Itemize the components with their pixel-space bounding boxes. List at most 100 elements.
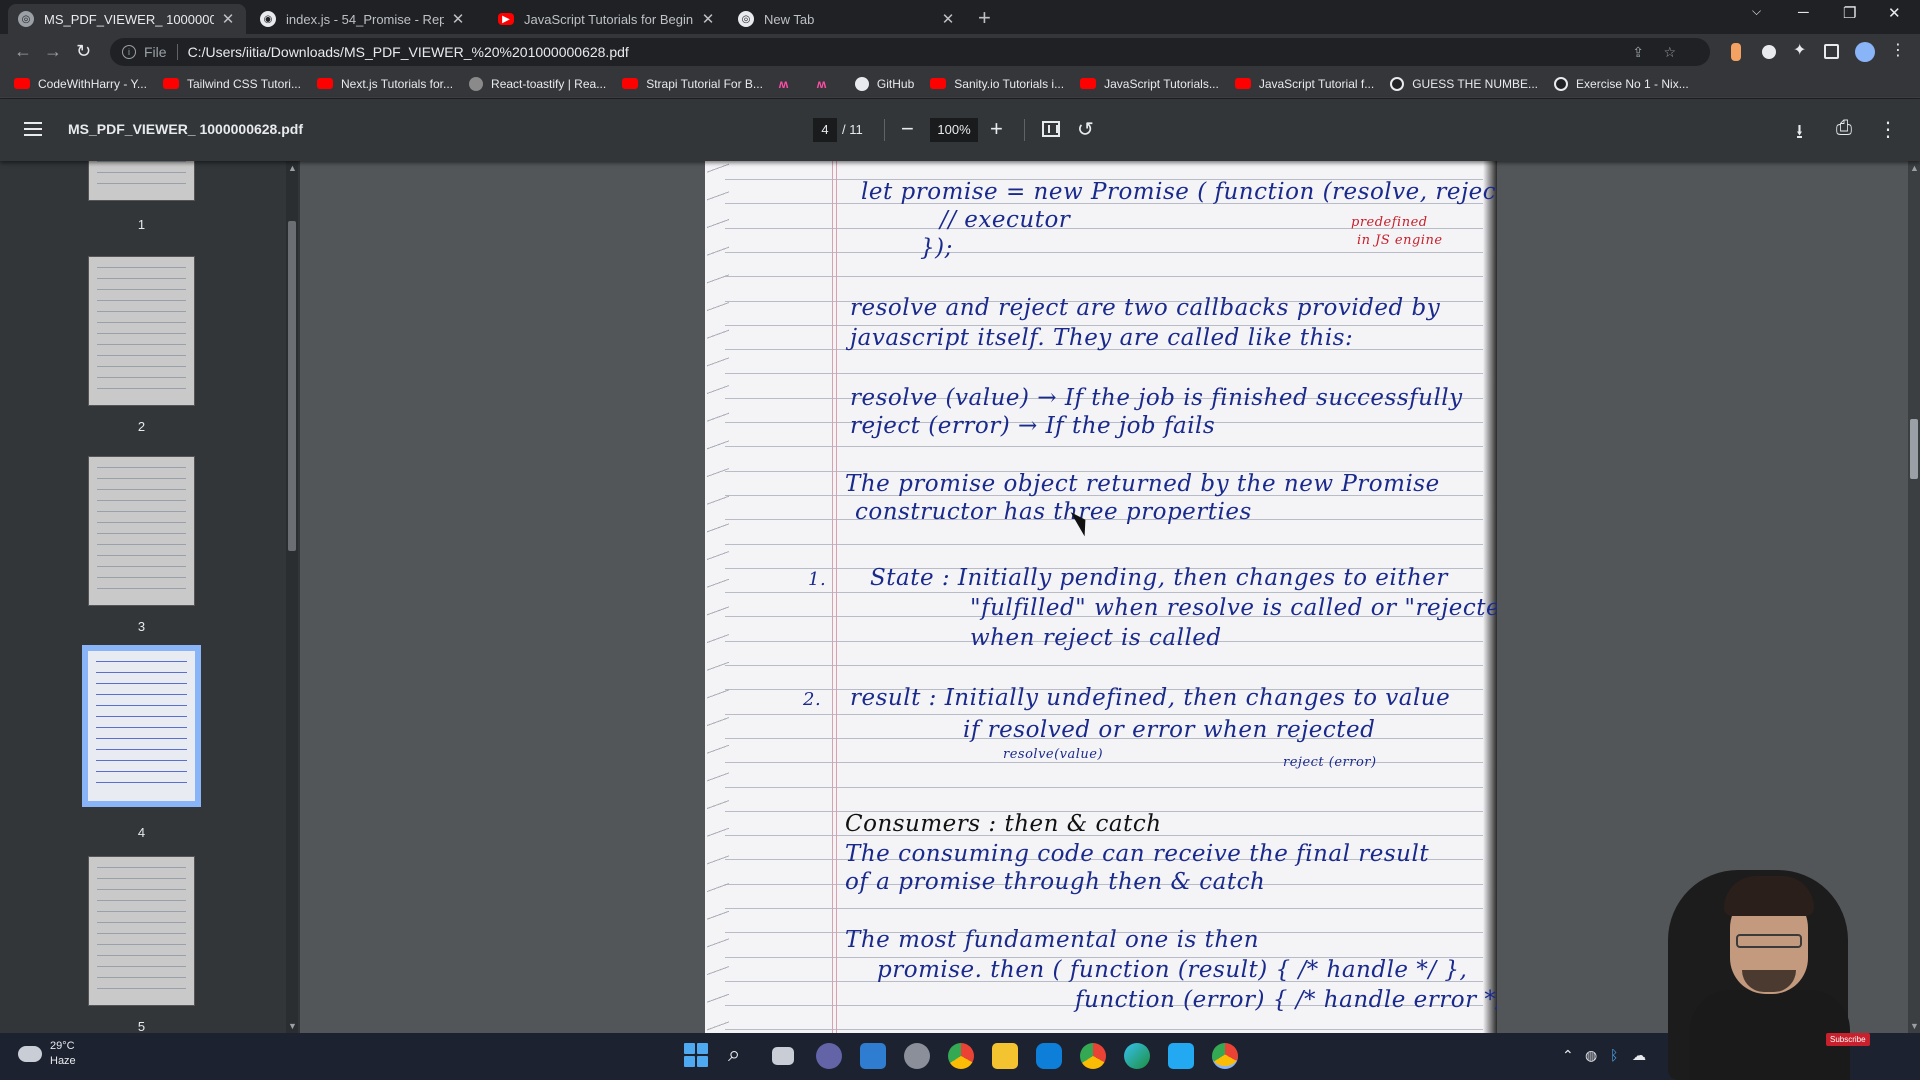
teams-chat-icon[interactable] xyxy=(816,1043,842,1069)
tab-replit[interactable]: ◉ index.js - 54_Promise - Replit ✕ xyxy=(250,4,476,34)
bookmark-item[interactable]: GUESS THE NUMBE... xyxy=(1390,76,1538,91)
address-bar[interactable]: i File C:/Users/iitia/Downloads/MS_PDF_V… xyxy=(110,38,1710,66)
close-tab-icon[interactable]: ✕ xyxy=(940,10,956,28)
tab-new-tab[interactable]: ◎ New Tab ✕ xyxy=(728,4,966,34)
vscode-icon[interactable] xyxy=(1168,1043,1194,1069)
youtube-icon xyxy=(1234,78,1251,89)
close-tab-icon[interactable]: ✕ xyxy=(700,10,716,28)
thumbnail-text-line xyxy=(97,955,186,956)
ruled-line xyxy=(725,373,1483,374)
bookmark-item[interactable]: JavaScript Tutorial f... xyxy=(1234,77,1374,91)
zoom-level-input[interactable]: 100% xyxy=(930,118,978,142)
extension-icon[interactable] xyxy=(1731,43,1741,61)
share-icon[interactable]: ⇪ xyxy=(1632,44,1644,61)
rotate-button[interactable]: ↺ xyxy=(1077,117,1094,142)
bookmark-star-icon[interactable]: ☆ xyxy=(1663,44,1676,61)
edge-icon[interactable] xyxy=(1124,1043,1150,1069)
skype-icon[interactable] xyxy=(1036,1043,1062,1069)
reload-button[interactable]: ↻ xyxy=(76,41,91,62)
info-icon[interactable]: i xyxy=(122,45,136,59)
document-scrollbar[interactable]: ▲ ▼ xyxy=(1908,161,1920,1033)
note-line: of a promise through then & catch xyxy=(845,869,1266,895)
tray-overflow-icon[interactable]: ⌃ xyxy=(1562,1047,1574,1064)
print-button[interactable]: ⎙ xyxy=(1836,117,1852,140)
close-window-button[interactable]: ✕ xyxy=(1888,4,1901,22)
settings-gear-icon[interactable] xyxy=(904,1043,930,1069)
subscribe-badge[interactable]: Subscribe xyxy=(1826,1033,1870,1046)
extensions-puzzle-icon[interactable]: ✦ xyxy=(1793,40,1811,59)
page-thumbnail[interactable] xyxy=(88,456,195,606)
close-tab-icon[interactable]: ✕ xyxy=(450,10,466,28)
page-thumbnail[interactable] xyxy=(88,256,195,406)
page-number-input[interactable]: 4 xyxy=(813,118,837,142)
windows-start-icon[interactable] xyxy=(684,1043,708,1067)
scroll-down-icon[interactable]: ▼ xyxy=(288,1021,297,1031)
chrome-icon[interactable] xyxy=(948,1043,974,1069)
tab-search-icon[interactable]: ⌵ xyxy=(1752,4,1761,19)
bookmark-item[interactable]: CodeWithHarry - Y... xyxy=(14,77,147,91)
back-button[interactable]: ← xyxy=(14,41,32,62)
ruled-line xyxy=(725,714,1483,715)
page-thumbnail[interactable] xyxy=(82,645,201,807)
search-icon[interactable]: ⌕ xyxy=(728,1041,754,1067)
chrome-active-icon[interactable] xyxy=(1212,1043,1238,1069)
scroll-up-icon[interactable]: ▲ xyxy=(288,163,297,173)
bookmark-item[interactable]: ʍ xyxy=(779,77,801,91)
thumbnail-text-line xyxy=(97,183,186,184)
bookmark-item[interactable]: Next.js Tutorials for... xyxy=(316,77,453,91)
bookmark-item[interactable]: React-toastify | Rea... xyxy=(469,76,606,91)
bookmark-item[interactable]: Tailwind CSS Tutori... xyxy=(162,77,301,91)
address-scheme: File xyxy=(144,44,167,60)
side-panel-icon[interactable] xyxy=(1824,44,1839,59)
chrome-menu-icon[interactable]: ⋮ xyxy=(1890,40,1908,59)
weather-widget[interactable]: 29°C Haze xyxy=(14,1039,76,1069)
file-explorer-icon[interactable] xyxy=(992,1043,1018,1069)
thumbnail-text-line xyxy=(97,889,186,890)
bookmark-item[interactable]: JavaScript Tutorials... xyxy=(1080,77,1219,91)
page-thumbnail[interactable] xyxy=(88,161,195,201)
scroll-down-icon[interactable]: ▼ xyxy=(1910,1021,1919,1031)
bluetooth-icon[interactable]: ᛒ xyxy=(1610,1047,1618,1063)
presenter-hair xyxy=(1724,876,1814,916)
restore-button[interactable]: ❐ xyxy=(1843,4,1856,22)
new-tab-button[interactable]: + xyxy=(978,5,991,31)
thumbnail-text-line xyxy=(97,900,186,901)
bookmarks-bar: CodeWithHarry - Y... Tailwind CSS Tutori.… xyxy=(0,70,1920,98)
note-line: The most fundamental one is then xyxy=(845,927,1260,953)
tray-app-icon[interactable]: ◍ xyxy=(1585,1047,1597,1064)
bookmark-item[interactable]: Exercise No 1 - Nix... xyxy=(1554,76,1689,91)
margin-line xyxy=(836,161,837,1033)
page-thumbnail[interactable] xyxy=(88,856,195,1006)
bookmark-item[interactable]: Sanity.io Tutorials i... xyxy=(930,77,1064,91)
download-button[interactable]: ⭳ xyxy=(1796,117,1803,151)
forward-button[interactable]: → xyxy=(44,41,62,62)
bookmark-item[interactable]: Strapi Tutorial For B... xyxy=(622,77,763,91)
tab-youtube[interactable]: ▶ JavaScript Tutorials for Beginners ✕ xyxy=(488,4,726,34)
scroll-up-icon[interactable]: ▲ xyxy=(1910,163,1919,173)
thumbnail-text-line xyxy=(97,311,186,312)
weather-haze-icon xyxy=(14,1041,42,1062)
bookmark-item[interactable]: GitHub xyxy=(854,76,914,91)
extension-icon[interactable] xyxy=(1762,45,1776,59)
todo-icon[interactable] xyxy=(860,1043,886,1069)
zoom-out-button[interactable]: − xyxy=(901,116,914,142)
more-actions-icon[interactable]: ⋮ xyxy=(1878,117,1898,142)
chrome-icon[interactable] xyxy=(1080,1043,1106,1069)
zoom-in-button[interactable]: + xyxy=(990,116,1003,142)
bookmark-item[interactable]: ʍ xyxy=(817,77,839,91)
thumbnail-text-line xyxy=(97,922,186,923)
task-view-icon[interactable] xyxy=(772,1047,794,1065)
minimize-button[interactable]: ─ xyxy=(1798,4,1809,21)
bookmark-m-icon: ʍ xyxy=(816,76,827,91)
close-tab-icon[interactable]: ✕ xyxy=(220,10,236,28)
thumbnail-scrollbar[interactable]: ▲ ▼ xyxy=(286,161,298,1033)
avatar[interactable] xyxy=(1855,42,1875,62)
address-divider xyxy=(176,44,178,60)
scrollbar-thumb[interactable] xyxy=(1910,419,1918,479)
menu-icon[interactable] xyxy=(24,122,42,140)
tab-pdf-viewer[interactable]: ◎ MS_PDF_VIEWER_ 1000000628.pdf ✕ xyxy=(8,4,246,34)
codingame-icon xyxy=(1554,76,1569,91)
scrollbar-thumb[interactable] xyxy=(288,221,296,551)
onedrive-icon[interactable]: ☁ xyxy=(1632,1047,1646,1064)
fit-page-button[interactable] xyxy=(1042,121,1060,137)
